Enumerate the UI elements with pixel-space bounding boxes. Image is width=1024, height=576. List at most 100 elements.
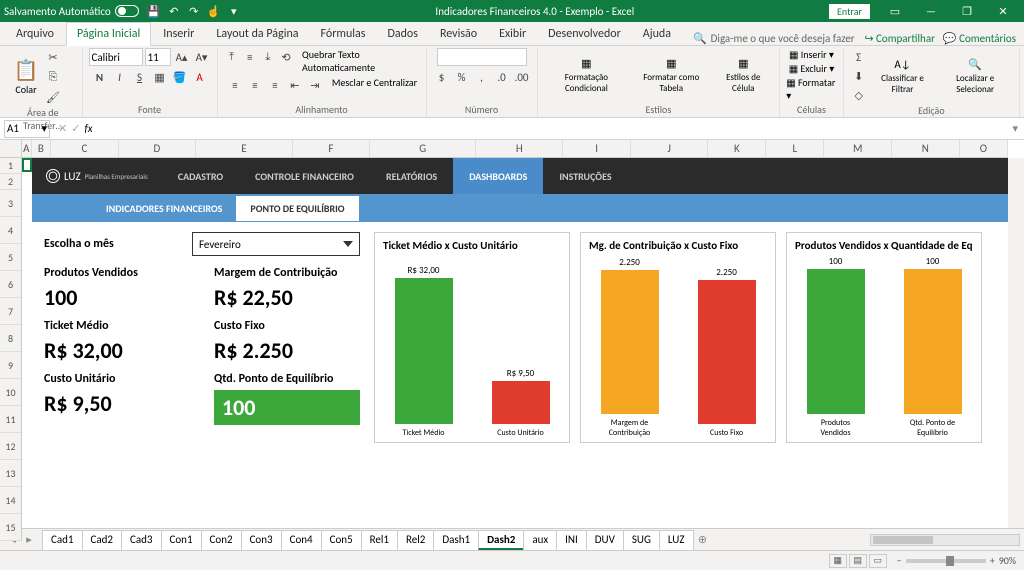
format-table-icon[interactable]: ▦ (666, 57, 676, 70)
delete-cells-button[interactable]: ▦ Excluir ▾ (789, 62, 835, 75)
column-header[interactable]: L (766, 140, 824, 157)
signin-button[interactable]: Entrar (829, 4, 870, 19)
autosum-icon[interactable]: Σ (850, 48, 868, 66)
row-header[interactable]: 13 (0, 460, 21, 487)
row-header[interactable]: 4 (0, 217, 21, 244)
select-all-corner[interactable] (0, 140, 22, 158)
zoom-slider[interactable] (906, 559, 986, 563)
font-name-input[interactable] (89, 48, 143, 66)
sheet-tab[interactable]: Con2 (201, 530, 242, 550)
percent-icon[interactable]: % (453, 68, 471, 86)
column-header[interactable]: J (631, 140, 708, 157)
ribbon-tab-inserir[interactable]: Inserir (153, 23, 204, 45)
align-top-icon[interactable]: ⤒ (224, 48, 240, 66)
nav-dashboards[interactable]: DASHBOARDS (453, 158, 543, 194)
page-layout-view-icon[interactable]: ▤ (849, 554, 867, 568)
row-header[interactable]: 10 (0, 379, 21, 406)
format-painter-icon[interactable]: 🖌 (44, 88, 62, 106)
fill-color-icon[interactable]: 🪣 (171, 68, 189, 86)
save-icon[interactable]: 💾 (147, 4, 161, 18)
row-header[interactable]: 9 (0, 352, 21, 379)
ribbon-tab-ajuda[interactable]: Ajuda (633, 23, 681, 45)
find-select-icon[interactable]: 🔍 (968, 58, 982, 71)
sheet-tab[interactable]: Dash2 (478, 530, 524, 550)
align-center-icon[interactable]: ≡ (246, 76, 264, 94)
zoom-level[interactable]: 90% (999, 554, 1016, 567)
nav-controle-financeiro[interactable]: CONTROLE FINANCEIRO (239, 158, 370, 194)
align-middle-icon[interactable]: ≡ (242, 48, 258, 66)
zoom-out-button[interactable]: − (897, 554, 902, 567)
vertical-scrollbar[interactable] (1008, 158, 1024, 528)
paste-button[interactable]: 📋 Colar (10, 57, 42, 98)
sheet-tab[interactable]: Cad3 (121, 530, 162, 550)
row-header[interactable]: 15 (0, 514, 21, 541)
cancel-formula-icon[interactable]: ✕ (58, 122, 67, 135)
column-header[interactable]: C (51, 140, 119, 157)
ribbon-tab-revisão[interactable]: Revisão (430, 23, 487, 45)
align-right-icon[interactable]: ≡ (266, 76, 284, 94)
cut-icon[interactable]: ✂ (44, 48, 62, 66)
normal-view-icon[interactable]: ▦ (829, 554, 847, 568)
sheet-tab[interactable]: INI (556, 530, 587, 550)
row-header[interactable]: 7 (0, 298, 21, 325)
decrease-font-icon[interactable]: A▾ (193, 48, 211, 66)
ribbon-tab-fórmulas[interactable]: Fórmulas (311, 23, 376, 45)
nav-relatórios[interactable]: RELATÓRIOS (370, 158, 453, 194)
column-header[interactable]: K (708, 140, 766, 157)
column-header[interactable]: N (892, 140, 960, 157)
maximize-icon[interactable]: ❐ (950, 0, 984, 22)
underline-button[interactable]: S (131, 68, 149, 86)
month-select[interactable]: Fevereiro (192, 232, 360, 256)
sheet-tab[interactable]: Con5 (321, 530, 362, 550)
subnav-item[interactable]: INDICADORES FINANCEIROS (92, 196, 236, 221)
undo-icon[interactable]: ↶ (167, 4, 181, 18)
copy-icon[interactable]: ⎘ (44, 68, 62, 86)
enter-formula-icon[interactable]: ✓ (71, 122, 80, 135)
close-icon[interactable]: ✕ (986, 0, 1020, 22)
sheet-tab[interactable]: DUV (586, 530, 624, 550)
sheet-tab[interactable]: Con3 (241, 530, 282, 550)
merge-button[interactable]: Mesclar e Centralizar (332, 76, 417, 94)
sheet-tab[interactable]: Con4 (281, 530, 322, 550)
row-header[interactable]: 5 (0, 244, 21, 271)
font-size-input[interactable] (145, 48, 171, 66)
comma-icon[interactable]: , (473, 68, 491, 86)
row-header[interactable]: 3 (0, 190, 21, 217)
sheet-tab[interactable]: LUZ (659, 530, 694, 550)
ribbon-tab-página-inicial[interactable]: Página Inicial (66, 22, 151, 46)
fx-icon[interactable]: fx (84, 122, 92, 135)
format-cells-button[interactable]: ▦ Formatar ▾ (786, 76, 836, 102)
number-format-select[interactable] (437, 48, 527, 66)
row-header[interactable]: 14 (0, 487, 21, 514)
indent-inc-icon[interactable]: ⇥ (306, 76, 324, 94)
sheet-tab[interactable]: Cad1 (42, 530, 83, 550)
tellme-input[interactable]: Diga-me o que você deseja fazer (711, 32, 855, 45)
nav-cadastro[interactable]: CADASTRO (162, 158, 239, 194)
border-icon[interactable]: ▦ (151, 68, 169, 86)
align-bottom-icon[interactable]: ⤓ (260, 48, 276, 66)
italic-button[interactable]: I (111, 68, 129, 86)
sheet-tab[interactable]: SUG (623, 530, 660, 550)
bold-button[interactable]: N (91, 68, 109, 86)
subnav-item[interactable]: PONTO DE EQUILÍBRIO (236, 196, 358, 221)
expand-formula-icon[interactable]: ▾ (1012, 122, 1018, 135)
column-header[interactable]: H (476, 140, 563, 157)
active-cell[interactable] (22, 158, 32, 172)
fill-icon[interactable]: ⬇ (850, 67, 868, 85)
row-header[interactable]: 6 (0, 271, 21, 298)
column-header[interactable]: D (119, 140, 196, 157)
sheet-tab[interactable]: Cad2 (82, 530, 123, 550)
currency-icon[interactable]: $ (433, 68, 451, 86)
row-header[interactable]: 12 (0, 433, 21, 460)
clear-icon[interactable]: ◇ (850, 86, 868, 104)
sheet-tab[interactable]: Con1 (161, 530, 202, 550)
share-button[interactable]: ↪ Compartilhar (864, 32, 935, 45)
row-header[interactable]: 1 (0, 158, 21, 174)
cell-styles-icon[interactable]: ▦ (738, 57, 748, 70)
decrease-decimal-icon[interactable]: .00 (513, 68, 531, 86)
row-header[interactable]: 11 (0, 406, 21, 433)
ribbon-tab-dados[interactable]: Dados (377, 23, 427, 45)
formula-bar[interactable] (97, 120, 1009, 138)
ribbon-tab-exibir[interactable]: Exibir (489, 23, 536, 45)
horizontal-scrollbar[interactable] (713, 534, 1024, 546)
